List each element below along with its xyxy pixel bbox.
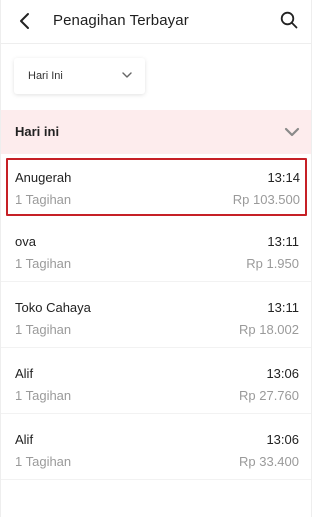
date-filter-value: Hari Ini xyxy=(28,70,63,82)
transaction-time: 13:11 xyxy=(267,300,299,315)
transaction-bill-count: 1 Tagihan xyxy=(15,322,72,337)
arrow-left-icon xyxy=(20,13,29,29)
transaction-amount: Rp 18.002 xyxy=(239,322,299,337)
transaction-amount: Rp 33.400 xyxy=(239,454,299,469)
transaction-row[interactable]: ova 13:11 1 Tagihan Rp 1.950 xyxy=(1,224,311,282)
transaction-time: 13:14 xyxy=(267,170,300,185)
transaction-amount: Rp 1.950 xyxy=(246,256,299,271)
transaction-row[interactable]: Toko Cahaya 13:11 1 Tagihan Rp 18.002 xyxy=(1,290,311,348)
transaction-name: Toko Cahaya xyxy=(15,300,91,315)
transaction-row[interactable]: Alif 13:06 1 Tagihan Rp 33.400 xyxy=(1,422,311,480)
page-title: Penagihan Terbayar xyxy=(53,12,189,29)
chevron-down-icon xyxy=(122,72,132,78)
transaction-bill-count: 1 Tagihan xyxy=(15,454,72,469)
date-filter-dropdown[interactable]: Hari Ini xyxy=(14,58,145,94)
transaction-bill-count: 1 Tagihan xyxy=(15,192,72,207)
transaction-name: ova xyxy=(15,234,36,249)
app-screen: Penagihan Terbayar Hari Ini Hari ini Anu… xyxy=(0,0,312,517)
transaction-bill-count: 1 Tagihan xyxy=(15,256,72,271)
chevron-down-icon xyxy=(284,127,300,137)
transaction-bill-count: 1 Tagihan xyxy=(15,388,72,403)
transaction-name: Alif xyxy=(15,432,34,447)
filter-bar: Hari Ini xyxy=(1,44,311,110)
section-title: Hari ini xyxy=(15,124,60,139)
transaction-name: Alif xyxy=(15,366,34,381)
transaction-time: 13:11 xyxy=(267,234,299,249)
search-icon xyxy=(280,11,298,29)
top-app-bar: Penagihan Terbayar xyxy=(1,0,311,44)
transaction-row[interactable]: Anugerah 13:14 1 Tagihan Rp 103.500 xyxy=(6,158,307,216)
transaction-amount: Rp 103.500 xyxy=(232,192,300,207)
transaction-row[interactable]: Alif 13:06 1 Tagihan Rp 27.760 xyxy=(1,356,311,414)
transaction-amount: Rp 27.760 xyxy=(239,388,299,403)
transaction-time: 13:06 xyxy=(266,432,299,447)
transaction-name: Anugerah xyxy=(15,170,72,185)
section-header-today[interactable]: Hari ini xyxy=(1,110,311,154)
back-button[interactable] xyxy=(15,10,37,32)
search-button[interactable] xyxy=(278,9,300,31)
transaction-time: 13:06 xyxy=(266,366,299,381)
